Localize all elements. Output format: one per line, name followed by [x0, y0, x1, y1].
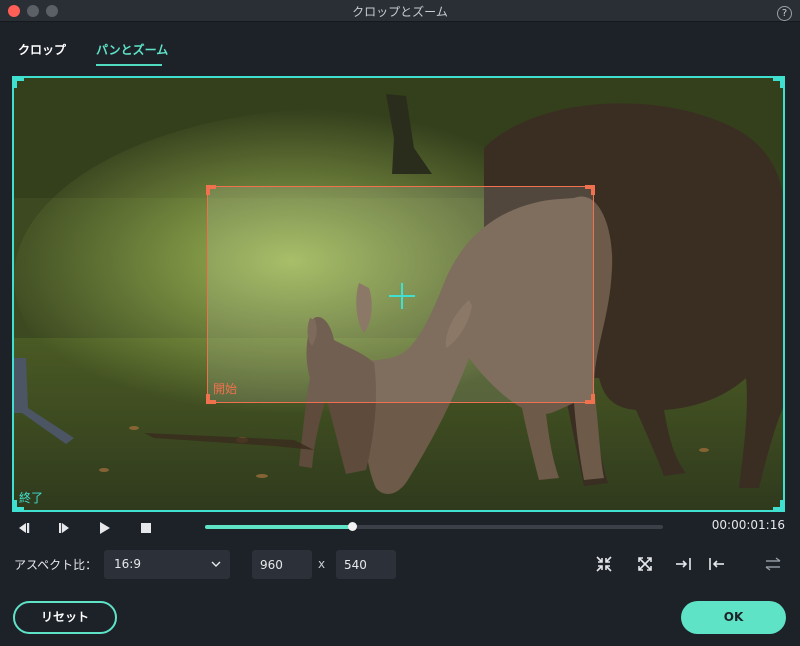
start-box-handle-bottom-right[interactable]: [585, 394, 595, 404]
start-frame-box[interactable]: 開始: [206, 185, 595, 404]
playback-progress-bar[interactable]: [205, 522, 663, 531]
expand-to-corners-icon: [638, 557, 652, 571]
dimension-separator: x: [318, 557, 326, 571]
chevron-down-icon: [211, 561, 221, 567]
height-input[interactable]: [336, 550, 396, 579]
aspect-ratio-select[interactable]: 16:9: [104, 550, 230, 579]
frame-corner-handle-bottom-right[interactable]: [773, 500, 783, 510]
expand-to-corners-button[interactable]: [636, 556, 654, 572]
crosshair-icon[interactable]: [389, 283, 415, 309]
aspect-ratio-value: 16:9: [114, 557, 141, 571]
step-forward-button[interactable]: [56, 520, 72, 536]
frame-corner-handle-top-right[interactable]: [773, 78, 783, 88]
playhead-handle[interactable]: [347, 522, 357, 531]
start-box-handle-top-right[interactable]: [585, 185, 595, 195]
tab-pan-and-zoom[interactable]: パンとズーム: [96, 41, 168, 58]
step-back-icon: [19, 523, 30, 533]
video-preview[interactable]: 終了 開始: [12, 76, 785, 512]
playback-progress-fill: [205, 525, 352, 529]
stop-icon: [141, 523, 151, 533]
title-bar: クロップとズーム ?: [0, 0, 800, 22]
align-left-button[interactable]: [707, 556, 725, 572]
active-tab-indicator: [96, 64, 162, 66]
end-frame-label: 終了: [19, 491, 44, 505]
reset-button[interactable]: リセット: [13, 601, 117, 634]
frame-corner-handle-top-left[interactable]: [14, 78, 24, 88]
aspect-ratio-label: アスペクト比：: [14, 558, 98, 572]
ok-button[interactable]: OK: [681, 601, 786, 634]
window-title: クロップとズーム: [352, 5, 448, 19]
swap-icon: [765, 557, 781, 571]
play-icon: [100, 522, 110, 534]
start-frame-label: 開始: [213, 382, 238, 396]
width-input[interactable]: [252, 550, 312, 579]
tab-crop[interactable]: クロップ: [18, 41, 66, 58]
step-back-button[interactable]: [16, 520, 32, 536]
timecode: 00:00:01:16: [711, 518, 785, 532]
step-forward-icon: [59, 523, 69, 533]
stop-button[interactable]: [138, 520, 154, 536]
align-right-icon: [676, 558, 691, 570]
play-button[interactable]: [97, 520, 113, 536]
align-right-button[interactable]: [675, 556, 693, 572]
shrink-to-center-icon: [596, 556, 612, 572]
help-icon[interactable]: ?: [777, 6, 792, 21]
start-box-handle-top-left[interactable]: [206, 185, 216, 195]
shrink-to-center-button[interactable]: [595, 556, 613, 572]
swap-button[interactable]: [764, 556, 782, 572]
align-left-icon: [709, 558, 724, 570]
